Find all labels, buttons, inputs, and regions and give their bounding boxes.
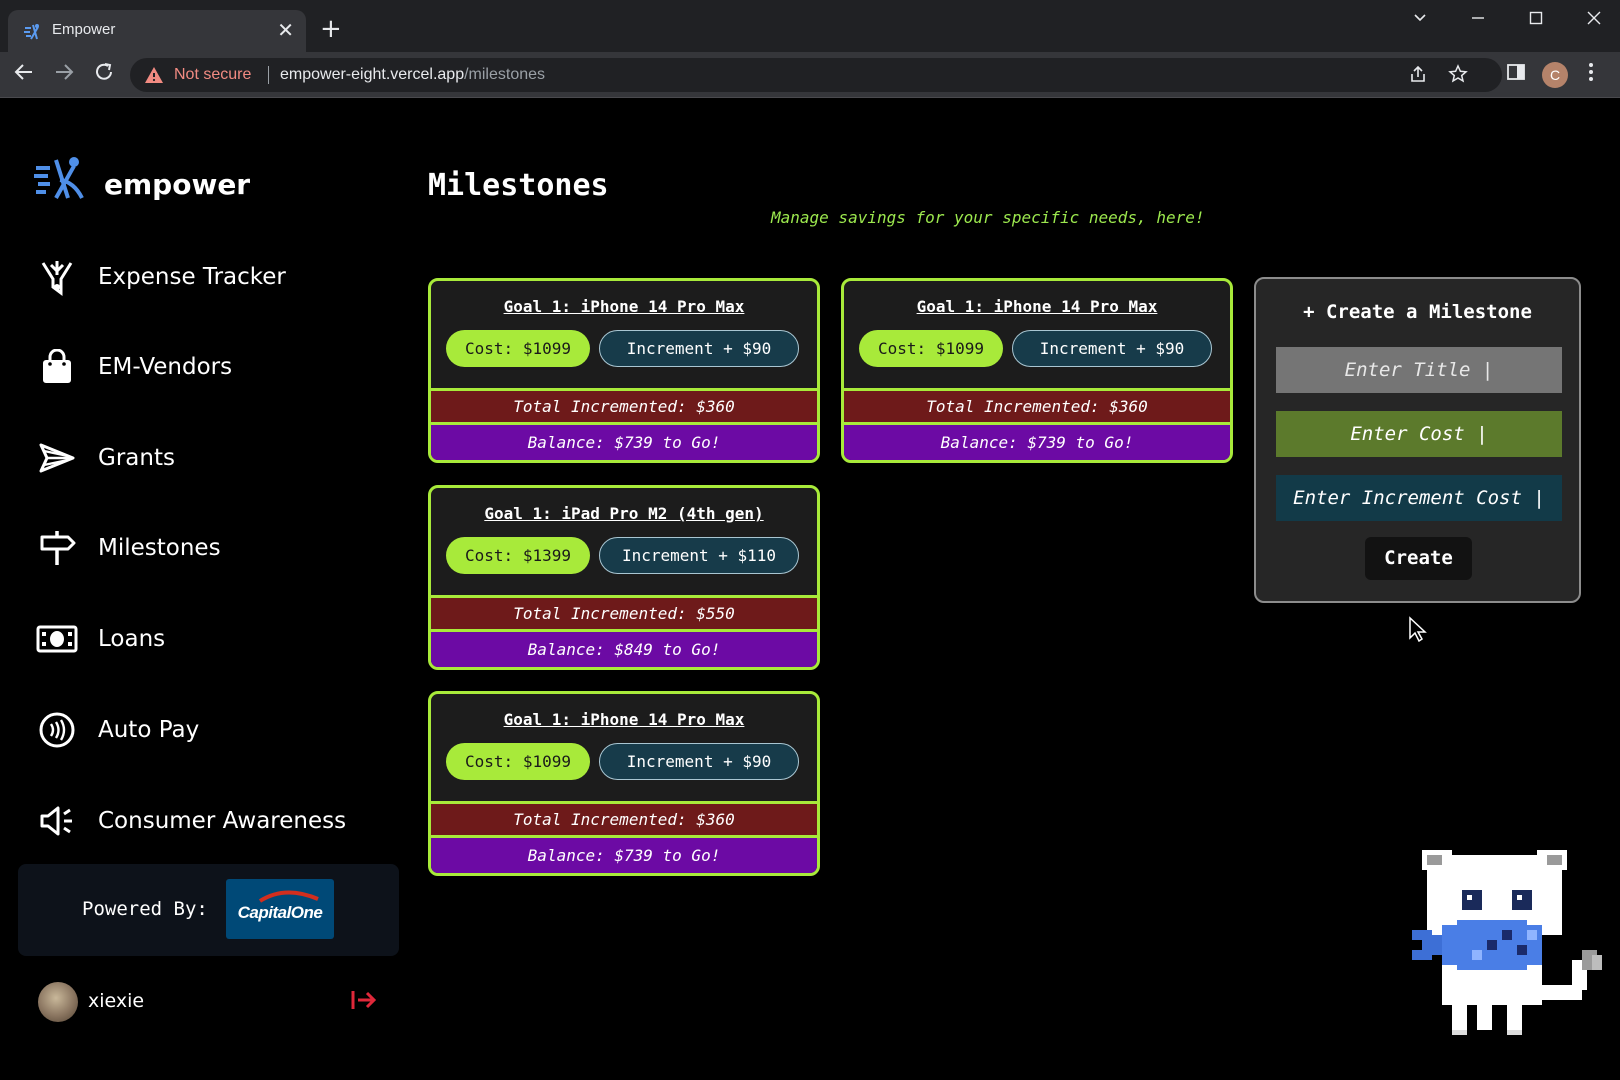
sidebar-item-consumer-awareness[interactable]: Consumer Awareness xyxy=(36,796,396,846)
sidebar-item-grants[interactable]: Grants xyxy=(36,433,396,483)
sidebar-item-label: Loans xyxy=(98,626,166,652)
title-input[interactable]: Enter Title | xyxy=(1276,347,1562,393)
milestone-card[interactable]: Goal 1: iPhone 14 Pro Max Cost: $1099 In… xyxy=(428,691,820,876)
sidebar-item-expense-tracker[interactable]: Expense Tracker xyxy=(36,252,396,302)
increment-cost-input[interactable]: Enter Increment Cost | xyxy=(1276,475,1562,521)
bookmark-star-icon[interactable] xyxy=(1448,64,1468,89)
increment-button[interactable]: Increment + $110 xyxy=(599,537,799,574)
create-milestone-panel: + Create a Milestone Enter Title | Enter… xyxy=(1254,277,1581,603)
total-incremented: Total Incremented: $360 xyxy=(844,388,1230,425)
new-tab-button[interactable]: + xyxy=(320,16,342,42)
mouse-cursor-icon xyxy=(1409,616,1427,642)
sidebar-item-auto-pay[interactable]: Auto Pay xyxy=(36,705,396,755)
goal-title: Goal 1: iPhone 14 Pro Max xyxy=(503,710,745,729)
cost-badge: Cost: $1099 xyxy=(446,743,590,780)
powered-by-banner: Powered By: CapitalOne xyxy=(18,864,399,956)
reload-icon[interactable] xyxy=(92,60,116,92)
increment-button[interactable]: Increment + $90 xyxy=(599,330,799,367)
create-button[interactable]: Create xyxy=(1365,537,1472,580)
tab-search-icon[interactable] xyxy=(1412,10,1428,31)
brand-name: empower xyxy=(104,168,251,201)
cash-icon xyxy=(36,618,78,660)
tab-title: Empower xyxy=(52,21,116,38)
sidebar-item-em-vendors[interactable]: EM-Vendors xyxy=(36,342,396,392)
sidebar-item-label: EM-Vendors xyxy=(98,354,233,380)
create-milestone-heading: + Create a Milestone xyxy=(1303,301,1532,323)
goal-title: Goal 1: iPhone 14 Pro Max xyxy=(916,297,1158,316)
milestone-card[interactable]: Goal 1: iPad Pro M2 (4th gen) Cost: $139… xyxy=(428,485,820,670)
empower-favicon-icon xyxy=(24,24,39,40)
side-panel-icon[interactable] xyxy=(1506,62,1526,87)
powered-by-label: Powered By: xyxy=(82,898,208,920)
total-incremented: Total Incremented: $550 xyxy=(431,595,817,632)
goal-title: Goal 1: iPhone 14 Pro Max xyxy=(503,297,745,316)
browser-toolbar: Not secure empower-eight.vercel.app/mile… xyxy=(0,52,1620,98)
cost-badge: Cost: $1399 xyxy=(446,537,590,574)
share-icon[interactable] xyxy=(1408,64,1428,89)
balance-remaining: Balance: $739 to Go! xyxy=(844,425,1230,460)
paper-plane-icon xyxy=(36,437,78,479)
address-bar[interactable]: Not secure empower-eight.vercel.app/mile… xyxy=(130,58,1502,92)
sidebar-item-milestones[interactable]: Milestones xyxy=(36,523,396,573)
contactless-icon xyxy=(36,709,78,751)
increment-button[interactable]: Increment + $90 xyxy=(1012,330,1212,367)
maximize-icon[interactable] xyxy=(1528,10,1544,31)
total-incremented: Total Incremented: $360 xyxy=(431,801,817,838)
page-title: Milestones xyxy=(428,168,609,203)
sidebar-item-label: Milestones xyxy=(98,535,221,561)
balance-remaining: Balance: $849 to Go! xyxy=(431,632,817,667)
minimize-icon[interactable] xyxy=(1470,10,1486,31)
close-window-icon[interactable] xyxy=(1586,10,1602,31)
balance-remaining: Balance: $739 to Go! xyxy=(431,838,817,873)
funnel-icon xyxy=(36,256,78,298)
balance-remaining: Balance: $739 to Go! xyxy=(431,425,817,460)
logout-icon[interactable] xyxy=(350,988,378,1012)
milestone-card[interactable]: Goal 1: iPhone 14 Pro Max Cost: $1099 In… xyxy=(841,278,1233,463)
user-avatar[interactable] xyxy=(38,982,78,1022)
browser-tab[interactable]: Empower ✕ xyxy=(8,10,306,52)
username: xiexie xyxy=(88,990,145,1012)
goal-title: Goal 1: iPad Pro M2 (4th gen) xyxy=(484,504,764,523)
megaphone-icon xyxy=(36,800,78,842)
sidebar-item-label: Grants xyxy=(98,445,175,471)
shopping-bag-icon xyxy=(36,346,78,388)
signpost-icon xyxy=(36,527,78,569)
sidebar-item-label: Consumer Awareness xyxy=(98,808,347,834)
sidebar-item-loans[interactable]: Loans xyxy=(36,614,396,664)
tab-close-icon[interactable]: ✕ xyxy=(277,18,294,42)
browser-menu-icon[interactable] xyxy=(1588,62,1594,87)
capital-one-wordmark: CapitalOne xyxy=(237,903,323,922)
address-divider xyxy=(268,66,269,84)
empower-logo-icon[interactable] xyxy=(34,154,86,202)
page-subtitle: Manage savings for your specific needs, … xyxy=(771,208,1205,227)
cost-badge: Cost: $1099 xyxy=(859,330,1003,367)
security-status[interactable]: Not secure xyxy=(174,66,251,84)
milestone-card[interactable]: Goal 1: iPhone 14 Pro Max Cost: $1099 In… xyxy=(428,278,820,463)
sidebar-item-label: Expense Tracker xyxy=(98,264,286,290)
increment-button[interactable]: Increment + $90 xyxy=(599,743,799,780)
sidebar-item-label: Auto Pay xyxy=(98,717,200,743)
back-icon[interactable] xyxy=(12,60,36,92)
profile-avatar[interactable]: C xyxy=(1542,62,1568,88)
warning-icon xyxy=(145,67,163,83)
browser-tab-strip: Empower ✕ + xyxy=(0,0,1620,52)
url-text[interactable]: empower-eight.vercel.app/milestones xyxy=(280,66,545,84)
forward-icon[interactable] xyxy=(52,60,76,92)
cost-input[interactable]: Enter Cost | xyxy=(1276,411,1562,457)
capital-one-logo[interactable]: CapitalOne xyxy=(226,879,334,939)
cost-badge: Cost: $1099 xyxy=(446,330,590,367)
total-incremented: Total Incremented: $360 xyxy=(431,388,817,425)
pixel-cat-mascot-icon[interactable] xyxy=(1412,840,1612,1040)
